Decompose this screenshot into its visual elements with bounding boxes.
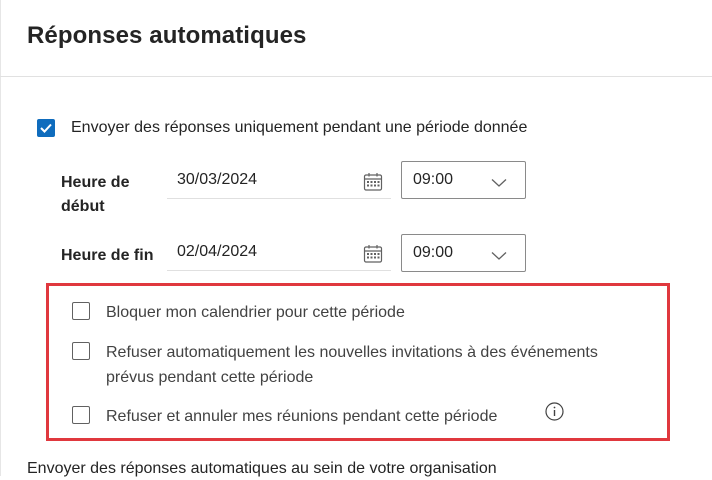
internal-replies-heading: Envoyer des réponses automatiques au sei… — [27, 460, 497, 477]
info-icon[interactable] — [545, 402, 564, 426]
decline-invitations-label-line2: prévus pendant cette période — [106, 369, 314, 386]
cancel-meetings-checkbox[interactable] — [72, 406, 90, 424]
start-time-value: 09:00 — [413, 171, 454, 188]
end-time-label: Heure de fin — [61, 247, 154, 264]
start-time-label-line1: Heure de — [61, 174, 130, 191]
start-date-value: 30/03/2024 — [177, 171, 258, 188]
end-time-select[interactable]: 09:00 — [401, 234, 526, 272]
calendar-icon[interactable] — [363, 244, 383, 269]
block-calendar-checkbox[interactable] — [72, 302, 90, 320]
decline-invitations-label-line1: Refuser automatiquement les nouvelles in… — [106, 344, 598, 361]
page-title: Réponses automatiques — [27, 22, 307, 49]
period-checkbox-label: Envoyer des réponses uniquement pendant … — [71, 119, 528, 136]
title-divider — [0, 76, 712, 77]
period-checkbox[interactable] — [37, 119, 55, 137]
start-date-field[interactable]: 30/03/2024 — [167, 165, 391, 199]
decline-invitations-checkbox[interactable] — [72, 342, 90, 360]
calendar-icon[interactable] — [363, 172, 383, 197]
end-date-field[interactable]: 02/04/2024 — [167, 237, 391, 271]
chevron-down-icon — [491, 175, 507, 193]
panel-left-border — [0, 0, 1, 476]
end-time-value: 09:00 — [413, 244, 454, 261]
start-time-select[interactable]: 09:00 — [401, 161, 526, 199]
cancel-meetings-label: Refuser et annuler mes réunions pendant … — [106, 408, 498, 425]
chevron-down-icon — [491, 248, 507, 266]
end-date-value: 02/04/2024 — [177, 243, 258, 260]
start-time-label-line2: début — [61, 198, 105, 215]
checkmark-icon — [40, 123, 52, 133]
block-calendar-label: Bloquer mon calendrier pour cette périod… — [106, 304, 405, 321]
